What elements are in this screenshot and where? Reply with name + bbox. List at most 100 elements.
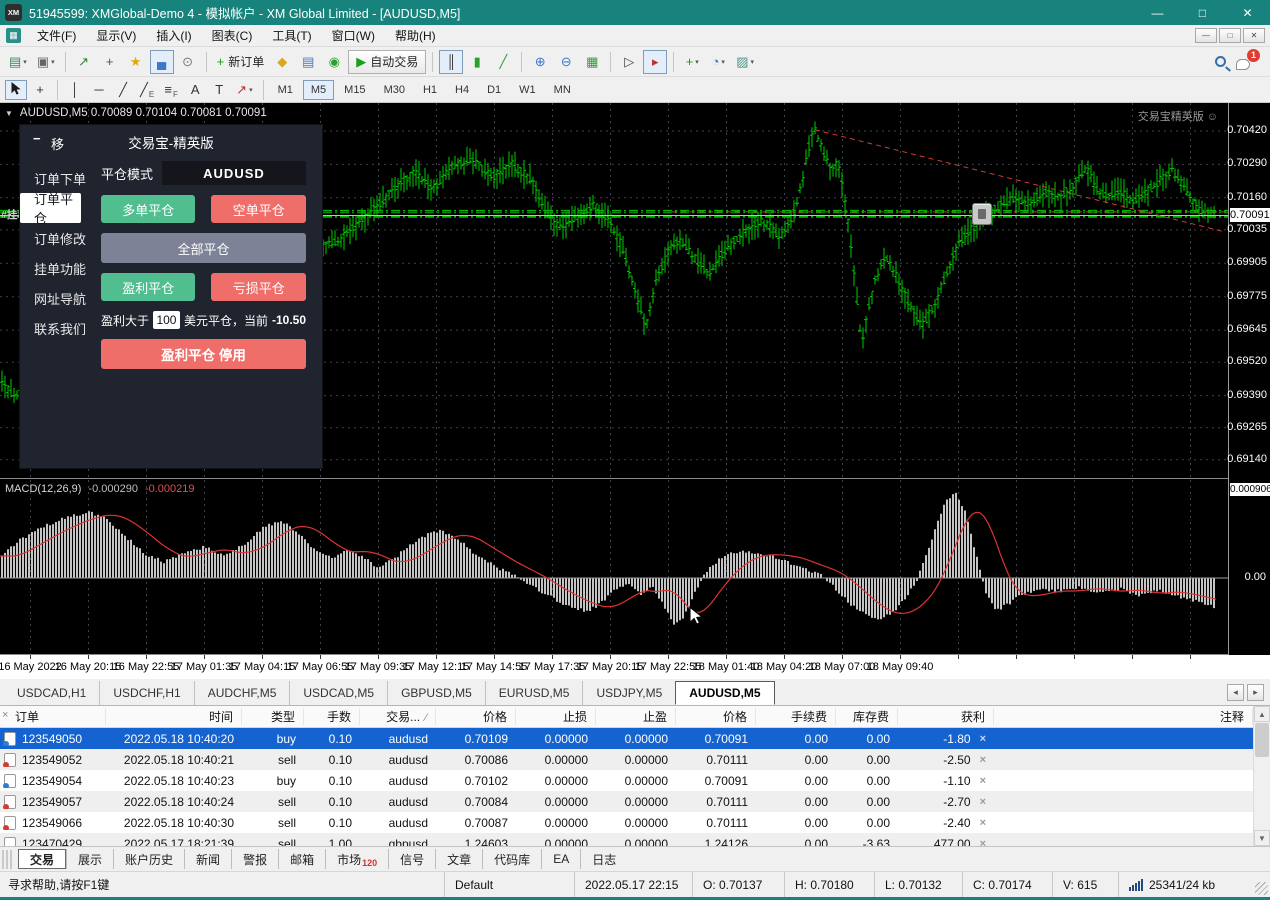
window-minimize-button[interactable]: —: [1135, 0, 1180, 25]
chart-tab-audusd-m5[interactable]: AUDUSD,M5: [675, 681, 774, 705]
close-order-button[interactable]: ×: [980, 817, 986, 829]
timeframe-w1-button[interactable]: W1: [511, 80, 544, 100]
text-button[interactable]: A: [184, 80, 206, 100]
profit-close-toggle-button[interactable]: 盈利平仓 停用: [101, 339, 306, 369]
vertical-line-button[interactable]: │: [64, 80, 86, 100]
profit-threshold-input[interactable]: 100: [153, 311, 180, 329]
mdi-restore-button[interactable]: □: [1219, 28, 1241, 43]
timeframe-m30-button[interactable]: M30: [376, 80, 413, 100]
scrollbar-thumb[interactable]: [1255, 723, 1269, 757]
tab-scroll-right-button[interactable]: ▸: [1247, 684, 1264, 701]
chart-tab-eurusd-m5[interactable]: EURUSD,M5: [485, 681, 583, 705]
metaeditor-button[interactable]: ◆: [270, 50, 294, 74]
column-header-9[interactable]: 手续费: [756, 708, 836, 725]
profiles-dropdown-caret[interactable]: ▾: [51, 58, 55, 66]
column-header-11[interactable]: 获利: [898, 708, 994, 725]
print-button[interactable]: ▤: [296, 50, 320, 74]
close-order-button[interactable]: ×: [980, 733, 986, 745]
market-watch-button[interactable]: ↗: [72, 50, 96, 74]
templates-dropdown-caret[interactable]: ▾: [751, 58, 755, 66]
chart-collapse-icon[interactable]: ▼: [5, 109, 13, 118]
terminal-close-button[interactable]: ×: [2, 709, 13, 721]
terminal-tab-账户历史[interactable]: 账户历史: [113, 849, 184, 869]
timeframe-h4-button[interactable]: H4: [447, 80, 477, 100]
terminal-button[interactable]: ▄: [150, 50, 174, 74]
column-header-1[interactable]: 时间: [106, 708, 242, 725]
scroll-up-button[interactable]: ▲: [1254, 706, 1270, 722]
mdi-minimize-button[interactable]: —: [1195, 28, 1217, 43]
text-label-button[interactable]: T: [208, 80, 230, 100]
chart-tab-usdchf-h1[interactable]: USDCHF,H1: [99, 681, 193, 705]
crosshair-button[interactable]: +: [29, 80, 51, 100]
auto-scroll-button[interactable]: ▷: [617, 50, 641, 74]
window-maximize-button[interactable]: □: [1180, 0, 1225, 25]
candle-chart-button[interactable]: ▮: [465, 50, 489, 74]
timeframe-m15-button[interactable]: M15: [336, 80, 373, 100]
new-chart-dropdown-caret[interactable]: ▾: [23, 58, 27, 66]
new-order-button[interactable]: +新订单: [213, 50, 269, 74]
indicators-dropdown-caret[interactable]: ▾: [695, 58, 699, 66]
terminal-tab-EA[interactable]: EA: [541, 849, 580, 869]
terminal-tab-新闻[interactable]: 新闻: [184, 849, 231, 869]
tab-scroll-left-button[interactable]: ◂: [1227, 684, 1244, 701]
panel-grip-handle[interactable]: [2, 850, 14, 869]
menu-item-0[interactable]: 文件(F): [27, 24, 86, 47]
arrows-dropdown-caret[interactable]: ▾: [249, 86, 253, 94]
pane-separator[interactable]: [0, 478, 1270, 479]
timeframe-h1-button[interactable]: H1: [415, 80, 445, 100]
price-axis[interactable]: 0.704200.702900.701600.700350.699050.697…: [1228, 103, 1270, 655]
close-sell-button[interactable]: 空单平仓: [211, 195, 306, 223]
chart-tab-usdcad-m5[interactable]: USDCAD,M5: [289, 681, 387, 705]
close-order-button[interactable]: ×: [980, 775, 986, 787]
zoom-out-button[interactable]: ⊖: [554, 50, 578, 74]
chart-tab-gbpusd-m5[interactable]: GBPUSD,M5: [387, 681, 485, 705]
close-order-button[interactable]: ×: [980, 838, 986, 847]
window-close-button[interactable]: ✕: [1225, 0, 1270, 25]
terminal-tab-日志[interactable]: 日志: [580, 849, 627, 869]
equidistant-channel-button[interactable]: ╱E: [136, 80, 158, 100]
order-row[interactable]: 1234704292022.05.17 18:21:39sell1.00gbpu…: [0, 833, 1253, 846]
scroll-down-button[interactable]: ▼: [1254, 830, 1270, 846]
panel-menu-item[interactable]: 订单修改: [20, 223, 87, 253]
terminal-tab-信号[interactable]: 信号: [388, 849, 435, 869]
navigator-button[interactable]: ★: [124, 50, 148, 74]
mdi-close-button[interactable]: ✕: [1243, 28, 1265, 43]
order-row[interactable]: 1235490502022.05.18 10:40:20buy0.10audus…: [0, 728, 1253, 749]
close-order-button[interactable]: ×: [980, 754, 986, 766]
time-axis[interactable]: 16 May 202216 May 20:1516 May 22:5517 Ma…: [0, 655, 1270, 679]
panel-menu-active-item[interactable]: 订单平仓: [20, 193, 81, 223]
zoom-in-button[interactable]: ⊕: [528, 50, 552, 74]
panel-menu-item[interactable]: 网址导航: [20, 283, 87, 313]
close-profit-button[interactable]: 盈利平仓: [101, 273, 196, 301]
bar-chart-button[interactable]: ║: [439, 50, 463, 74]
order-row[interactable]: 1235490542022.05.18 10:40:23buy0.10audus…: [0, 770, 1253, 791]
timeframe-m5-button[interactable]: M5: [303, 80, 334, 100]
chart-tab-audchf-m5[interactable]: AUDCHF,M5: [194, 681, 290, 705]
column-header-5[interactable]: 价格: [436, 708, 516, 725]
close-all-button[interactable]: 全部平仓: [101, 233, 306, 263]
terminal-tab-邮箱[interactable]: 邮箱: [278, 849, 325, 869]
terminal-scrollbar[interactable]: ▲ ▼: [1253, 706, 1270, 846]
chart-object-icon[interactable]: [972, 203, 992, 225]
column-header-0[interactable]: 订单: [0, 708, 106, 725]
new-chart-button[interactable]: ▤▾: [5, 50, 31, 74]
panel-menu-item[interactable]: 联系我们: [20, 313, 87, 343]
chart-tab-usdjpy-m5[interactable]: USDJPY,M5: [582, 681, 675, 705]
terminal-tab-警报[interactable]: 警报: [231, 849, 278, 869]
panel-menu-item[interactable]: 挂单功能: [20, 253, 87, 283]
horizontal-line-button[interactable]: ─: [88, 80, 110, 100]
terminal-tab-市场[interactable]: 市场120: [325, 849, 388, 869]
macd-plot[interactable]: [0, 480, 1228, 654]
line-chart-button[interactable]: ╱: [491, 50, 515, 74]
order-row[interactable]: 1235490662022.05.18 10:40:30sell0.10audu…: [0, 812, 1253, 833]
community-button[interactable]: ◉: [322, 50, 346, 74]
order-row[interactable]: 1235490572022.05.18 10:40:24sell0.10audu…: [0, 791, 1253, 812]
column-header-10[interactable]: 库存费: [836, 708, 898, 725]
periods-dropdown-caret[interactable]: ▾: [721, 58, 725, 66]
search-icon[interactable]: [1215, 56, 1226, 67]
menu-item-5[interactable]: 窗口(W): [322, 24, 385, 47]
timeframe-m1-button[interactable]: M1: [270, 80, 301, 100]
arrows-button[interactable]: ↗▾: [232, 80, 256, 100]
data-window-button[interactable]: +: [98, 50, 122, 74]
menu-item-2[interactable]: 插入(I): [146, 24, 201, 47]
